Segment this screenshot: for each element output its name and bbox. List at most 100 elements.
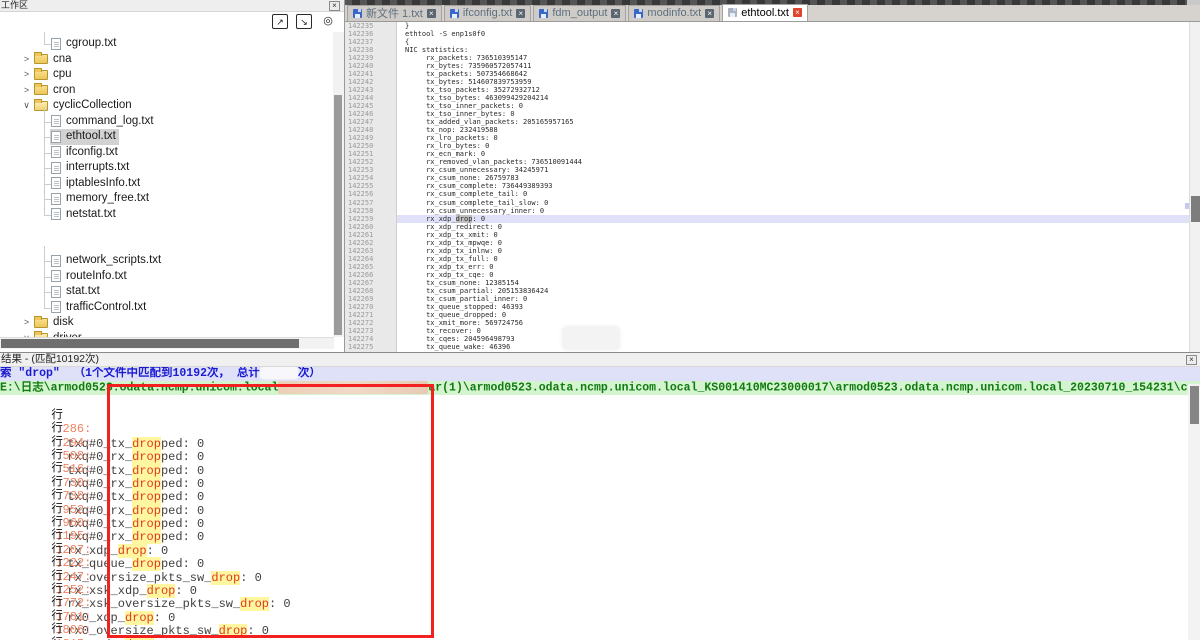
- editor-line[interactable]: 142269 tx_csum_partial_inner: 0: [345, 295, 1189, 303]
- editor-line[interactable]: 142246 tx_tso_inner_bytes: 0: [345, 110, 1189, 118]
- editor-tab[interactable]: ethtool.txt ×: [722, 4, 808, 21]
- tree-item-body[interactable]: cna: [33, 52, 75, 68]
- editor-line[interactable]: 142248 tx_nop: 232419588: [345, 126, 1189, 134]
- tree-item-body[interactable]: network_scripts.txt: [50, 253, 164, 269]
- editor-line[interactable]: 142262 rx_xdp_tx_mpwqe: 0: [345, 239, 1189, 247]
- editor-line[interactable]: 142250 rx_lro_bytes: 0: [345, 142, 1189, 150]
- editor-line[interactable]: 142239 rx_packets: 736510395147: [345, 54, 1189, 62]
- result-row[interactable]: 行 286: txq#0_tx_dropped: 0: [0, 395, 1188, 408]
- editor-line[interactable]: 142267 tx_csum_none: 12385154: [345, 279, 1189, 287]
- tree-item[interactable]: cgroup.txt: [0, 36, 334, 52]
- expand-arrow-icon[interactable]: ∨: [20, 98, 33, 114]
- close-tab-icon[interactable]: ×: [611, 9, 620, 18]
- editor-line[interactable]: 142274 tx_cqes: 204596498793: [345, 335, 1189, 343]
- editor-line[interactable]: 142255 rx_csum_complete: 736449389393: [345, 182, 1189, 190]
- tree-item-body[interactable]: cgroup.txt: [50, 36, 120, 52]
- editor-line[interactable]: 142244 tx_tso_bytes: 463099429204214: [345, 94, 1189, 102]
- result-row[interactable]: 行 508: txq#0_tx_dropped: 0: [0, 421, 1188, 434]
- tree-item-body[interactable]: trafficControl.txt: [50, 300, 149, 316]
- editor-line[interactable]: 142249 rx_lro_packets: 0: [345, 134, 1189, 142]
- editor-line[interactable]: 142240 rx_bytes: 735960572057411: [345, 62, 1189, 70]
- editor-line[interactable]: 142243 tx_tso_packets: 35272932712: [345, 86, 1189, 94]
- close-tab-icon[interactable]: ×: [705, 9, 714, 18]
- editor-line[interactable]: 142254 rx_csum_none: 26759783: [345, 174, 1189, 182]
- tree-item[interactable]: > disk: [0, 315, 334, 331]
- tree-item-body[interactable]: command_log.txt: [50, 114, 157, 130]
- close-tab-icon[interactable]: ×: [427, 9, 436, 18]
- editor-line[interactable]: 142237 {: [345, 38, 1189, 46]
- tree-item-body[interactable]: memory_free.txt: [50, 191, 152, 207]
- tree-item-body[interactable]: interrupts.txt: [50, 160, 132, 176]
- tree-horizontal-scrollbar[interactable]: [0, 337, 334, 349]
- editor-line[interactable]: 142271 tx_queue_dropped: 0: [345, 311, 1189, 319]
- editor-line[interactable]: 142256 rx_csum_complete_tail: 0: [345, 190, 1189, 198]
- tree-item-body[interactable]: disk: [33, 315, 76, 331]
- editor-vertical-scrollbar[interactable]: [1189, 22, 1200, 353]
- editor-line[interactable]: 142260 rx_xdp_redirect: 0: [345, 223, 1189, 231]
- editor-line[interactable]: 142272 tx_xmit_more: 569724756: [345, 319, 1189, 327]
- result-file-path[interactable]: E:\日志\armod0523.odata.ncmp.unicom.locala…: [0, 381, 1200, 395]
- editor-line[interactable]: 142253 rx_csum_unnecessary: 34245971: [345, 166, 1189, 174]
- editor-line[interactable]: 142251 rx_ecn_mark: 0: [345, 150, 1189, 158]
- tree-item[interactable]: > cpu: [0, 67, 334, 83]
- tree-item-body[interactable]: iptablesInfo.txt: [50, 176, 143, 192]
- locate-file-icon[interactable]: ◎: [320, 14, 336, 29]
- line-text: rx_packets: 736510395147: [397, 54, 1189, 62]
- editor-line[interactable]: 142273 tx_recover: 0: [345, 327, 1189, 335]
- editor-line[interactable]: 142259 rx_xdp_drop: 0: [345, 215, 1189, 223]
- workspace-close-icon[interactable]: ×: [329, 1, 340, 11]
- editor-tab[interactable]: ifconfig.txt ×: [444, 5, 532, 21]
- expand-arrow-icon[interactable]: >: [20, 315, 33, 331]
- result-row[interactable]: 行 294: rxq#0_rx_dropped: 0: [0, 408, 1188, 421]
- expand-arrow-icon[interactable]: >: [20, 52, 33, 68]
- expand-arrow-icon[interactable]: >: [20, 83, 33, 99]
- close-tab-icon[interactable]: ×: [516, 9, 525, 18]
- editor-line[interactable]: 142261 rx_xdp_tx_xmit: 0: [345, 231, 1189, 239]
- tree-item-body[interactable]: stat.txt: [50, 284, 103, 300]
- editor-tab[interactable]: modinfo.txt ×: [628, 5, 720, 21]
- editor-line[interactable]: 142268 tx_csum_partial: 205153836424: [345, 287, 1189, 295]
- editor-line[interactable]: 142270 tx_queue_stopped: 46393: [345, 303, 1189, 311]
- editor-line[interactable]: 142265 rx_xdp_tx_err: 0: [345, 263, 1189, 271]
- search-results-panel: 结果 - (匹配10192次) × 索 "drop" （1个文件中匹配到1019…: [0, 352, 1200, 640]
- editor-line[interactable]: 142236 ethtool -S enp1s0f0: [345, 30, 1189, 38]
- scrollbar-thumb[interactable]: [1190, 386, 1199, 424]
- tree-item-body[interactable]: routeInfo.txt: [50, 269, 130, 285]
- editor-line[interactable]: 142242 tx_bytes: 514607839753959: [345, 78, 1189, 86]
- editor-line[interactable]: 142266 rx_xdp_tx_cqe: 0: [345, 271, 1189, 279]
- close-tab-icon[interactable]: ×: [793, 8, 802, 17]
- tree-item-body[interactable]: netstat.txt: [50, 207, 119, 223]
- editor-line[interactable]: 142245 tx_tso_inner_packets: 0: [345, 102, 1189, 110]
- tree-item[interactable]: trafficControl.txt: [0, 300, 334, 316]
- collapse-all-icon[interactable]: ↘: [296, 14, 312, 29]
- editor-tab[interactable]: 新文件 1.txt ×: [347, 5, 442, 21]
- editor-line[interactable]: 142238 NIC statistics:: [345, 46, 1189, 54]
- results-close-icon[interactable]: ×: [1186, 355, 1197, 365]
- expand-arrow-icon[interactable]: >: [20, 67, 33, 83]
- scrollbar-thumb[interactable]: [1, 339, 299, 348]
- editor-line[interactable]: 142275 tx_queue_wake: 46396: [345, 343, 1189, 351]
- editor-content[interactable]: 142235 } 142236 ethtool -S enp1s0f0 1422…: [345, 22, 1189, 353]
- editor-line[interactable]: 142252 rx_removed_vlan_packets: 73651009…: [345, 158, 1189, 166]
- line-number: 142249: [345, 134, 397, 142]
- tree-item[interactable]: > cna: [0, 52, 334, 68]
- tree-item-body[interactable]: ethtool.txt: [50, 129, 119, 145]
- tree-vertical-scrollbar[interactable]: [333, 32, 344, 337]
- editor-line[interactable]: 142264 rx_xdp_tx_full: 0: [345, 255, 1189, 263]
- editor-line[interactable]: 142257 rx_csum_complete_tail_slow: 0: [345, 199, 1189, 207]
- tree-item-body[interactable]: cpu: [33, 67, 75, 83]
- editor-line[interactable]: 142247 tx_added_vlan_packets: 2051659571…: [345, 118, 1189, 126]
- expand-all-icon[interactable]: ↗: [272, 14, 288, 29]
- scrollbar-thumb[interactable]: [334, 95, 342, 335]
- editor-line[interactable]: 142263 rx_xdp_tx_inlnw: 0: [345, 247, 1189, 255]
- tree-item[interactable]: > cron: [0, 83, 334, 99]
- editor-line[interactable]: 142258 rx_csum_unnecessary_inner: 0: [345, 207, 1189, 215]
- tree-item[interactable]: netstat.txt: [0, 207, 334, 223]
- scrollbar-thumb[interactable]: [1191, 196, 1200, 222]
- editor-line[interactable]: 142241 tx_packets: 507354668642: [345, 70, 1189, 78]
- tree-item-body[interactable]: cron: [33, 83, 78, 99]
- editor-line[interactable]: 142235 }: [345, 22, 1189, 30]
- results-vertical-scrollbar[interactable]: [1188, 384, 1200, 640]
- editor-tab[interactable]: fdm_output ×: [533, 5, 626, 21]
- tree-item-body[interactable]: ifconfig.txt: [50, 145, 121, 161]
